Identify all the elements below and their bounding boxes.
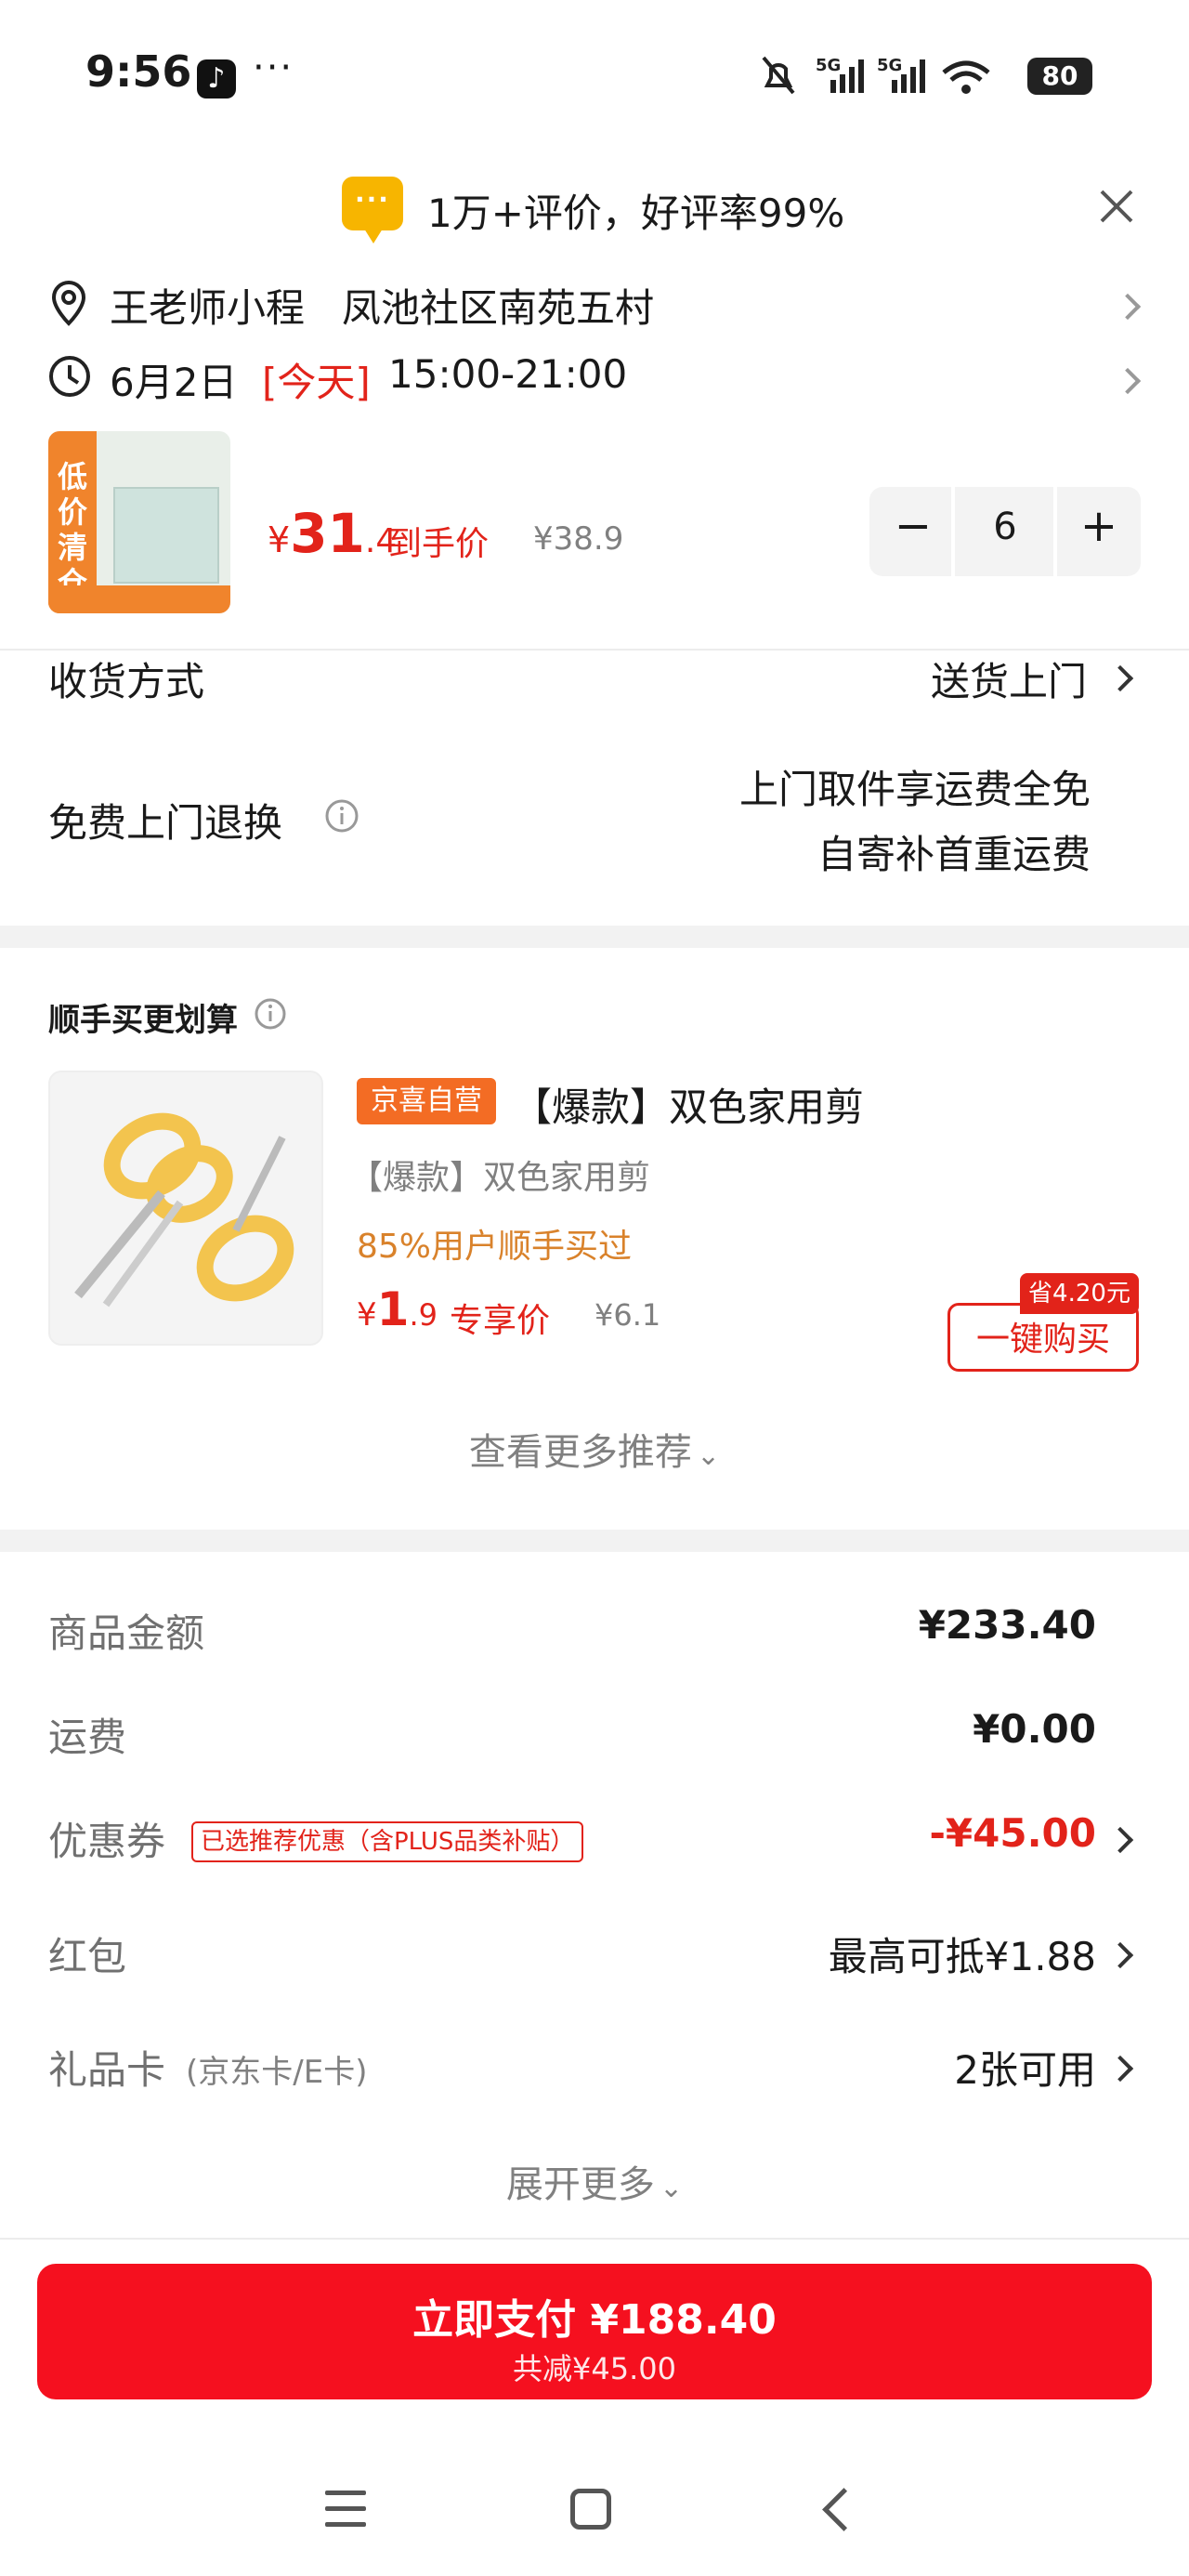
chevron-right-icon xyxy=(1106,1826,1134,1854)
clock-icon xyxy=(49,356,90,397)
jingxi-self-operated-tag: 京喜自营 xyxy=(357,1078,496,1124)
chevron-right-icon xyxy=(1114,293,1142,321)
section-divider xyxy=(0,926,1189,948)
quantity-stepper: − 6 + xyxy=(869,487,1141,576)
coupon-label: 优惠券 xyxy=(48,1819,166,1864)
return-label: 免费上门退换 xyxy=(48,800,283,846)
svg-text:5G: 5G xyxy=(816,56,841,75)
expand-more[interactable]: 展开更多 ⌄ xyxy=(0,2154,1189,2215)
back-icon[interactable] xyxy=(822,2488,866,2531)
info-icon[interactable] xyxy=(323,797,360,835)
divider xyxy=(0,2238,1189,2240)
chevron-right-icon xyxy=(1106,1941,1134,1969)
home-icon[interactable] xyxy=(570,2489,611,2530)
red-packet-value: 最高可抵¥1.88 xyxy=(828,1934,1096,1979)
chevron-down-icon: ⌄ xyxy=(696,1439,721,1472)
pay-now-button[interactable]: 立即支付 ¥188.40 共减¥45.00 xyxy=(37,2264,1152,2399)
addon-original-price: ¥6.1 xyxy=(594,1297,661,1333)
save-amount-badge: 省4.20元 xyxy=(1020,1273,1139,1314)
goods-amount-row: 商品金额 ¥233.40 xyxy=(0,1602,1189,1662)
freight-value: ¥0.00 xyxy=(973,1706,1096,1752)
close-icon[interactable] xyxy=(1098,188,1135,225)
shipping-value: 送货上门 xyxy=(930,659,1087,704)
product-thumbnail[interactable]: 低价清仓 xyxy=(48,431,230,613)
chevron-right-icon xyxy=(1114,367,1142,395)
gift-card-value: 2张可用 xyxy=(954,2047,1096,2093)
gift-card-label: 礼品卡 xyxy=(48,2047,166,2093)
status-time: 9:56 xyxy=(85,46,192,97)
red-packet-label: 红包 xyxy=(48,1934,127,1979)
today-tag: [今天] xyxy=(262,360,371,405)
info-icon[interactable] xyxy=(253,996,288,1032)
total-discount: 共减¥45.00 xyxy=(513,2351,676,2386)
gift-card-sub: (京东卡/E卡) xyxy=(186,2054,368,2091)
addon-price: ¥1.9 xyxy=(357,1282,438,1336)
coupon-row[interactable]: 优惠券 -¥45.00 xyxy=(0,1810,1189,1870)
coupon-recommend-tag: 已选推荐优惠（含PLUS品类补贴） xyxy=(191,1821,584,1862)
view-more-recommendations[interactable]: 查看更多推荐 ⌄ xyxy=(0,1422,1189,1487)
goods-amount-value: ¥233.40 xyxy=(918,1602,1096,1648)
chevron-right-icon xyxy=(1106,664,1134,692)
chevron-down-icon: ⌄ xyxy=(659,2172,684,2204)
addon-product-subtitle: 【爆款】双色家用剪 xyxy=(349,1159,651,1197)
decrease-button[interactable]: − xyxy=(884,500,942,552)
delivery-date: 6月2日 xyxy=(110,360,238,405)
tiktok-icon: ♪ xyxy=(197,59,236,99)
quantity-value[interactable]: 6 xyxy=(959,506,1052,548)
addon-product-name[interactable]: 【爆款】双色家用剪 xyxy=(513,1076,864,1133)
section-divider xyxy=(0,1530,1189,1552)
shipping-label: 收货方式 xyxy=(48,659,205,704)
price-label: 到手价 xyxy=(388,525,490,563)
freight-row: 运费 ¥0.00 xyxy=(0,1706,1189,1766)
original-price: ¥38.9 xyxy=(533,520,624,558)
recipient-name: 王老师小程 xyxy=(110,285,306,331)
chevron-right-icon xyxy=(1106,2055,1134,2083)
delivery-time-row[interactable]: 6月2日 [今天] 15:00-21:00 xyxy=(0,342,1189,413)
addon-section-title: 顺手买更划算 xyxy=(48,1002,238,1039)
coupon-value: -¥45.00 xyxy=(929,1810,1096,1856)
freight-label: 运费 xyxy=(48,1715,127,1760)
return-line1: 上门取件享运费全免 xyxy=(738,767,1091,812)
address-location: 凤池社区南苑五村 xyxy=(342,285,655,331)
delivery-window: 15:00-21:00 xyxy=(388,351,628,397)
status-icons: 5G 5G xyxy=(762,56,990,95)
review-summary: 1万+评价，好评率99% xyxy=(427,191,845,236)
more-notifications-icon: ··· xyxy=(253,46,294,89)
goods-amount-label: 商品金额 xyxy=(48,1610,205,1656)
return-line2: 自寄补首重运费 xyxy=(817,832,1091,877)
shipping-method-row[interactable]: 收货方式 送货上门 xyxy=(0,651,1189,743)
free-return-row: 免费上门退换 上门取件享运费全免 自寄补首重运费 xyxy=(0,743,1189,901)
recent-apps-icon[interactable] xyxy=(325,2491,366,2538)
battery-indicator: 80 xyxy=(1027,58,1092,95)
scissors-illustration xyxy=(74,1112,294,1308)
address-row[interactable]: 王老师小程 凤池社区南苑五村 xyxy=(0,269,1189,340)
location-pin-icon xyxy=(51,280,86,326)
addon-product-image[interactable] xyxy=(48,1071,323,1346)
svg-text:5G: 5G xyxy=(877,56,902,75)
product-price: ¥31.4 xyxy=(268,502,398,565)
pay-now-label: 立即支付 ¥188.40 xyxy=(412,2296,777,2344)
addon-social-proof: 85%用户顺手买过 xyxy=(357,1228,633,1266)
chat-bubble-icon: ··· xyxy=(342,177,403,243)
mute-icon xyxy=(762,56,795,95)
increase-button[interactable]: + xyxy=(1063,500,1135,552)
gift-card-row[interactable]: 礼品卡 (京东卡/E卡) 2张可用 xyxy=(0,2039,1189,2098)
wifi-icon xyxy=(942,60,990,82)
addon-price-label: 专享价 xyxy=(450,1302,551,1340)
red-packet-row[interactable]: 红包 最高可抵¥1.88 xyxy=(0,1925,1189,1985)
